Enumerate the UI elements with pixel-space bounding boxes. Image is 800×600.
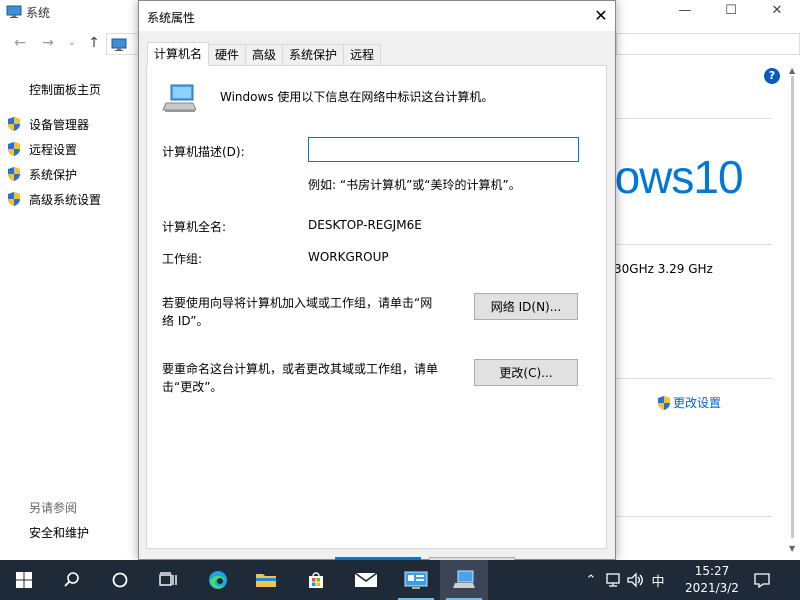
shield-icon	[6, 166, 22, 182]
computer-description-label: 计算机描述(D):	[162, 143, 245, 160]
advanced-system-settings-label: 高级系统设置	[29, 191, 101, 208]
shield-icon	[656, 395, 672, 411]
task-view-button[interactable]	[144, 560, 192, 600]
volume-icon[interactable]	[624, 572, 646, 588]
computer-network-icon	[452, 570, 476, 590]
store-bag-icon	[306, 570, 326, 590]
computer-icon	[111, 38, 127, 51]
cortana-button[interactable]	[96, 560, 144, 600]
system-properties-taskbar-button[interactable]	[440, 560, 488, 600]
shield-icon	[6, 141, 22, 157]
divider	[616, 378, 772, 379]
system-tray: ⌃ 中	[580, 560, 670, 600]
folder-icon	[255, 571, 277, 589]
divider	[616, 244, 772, 245]
search-icon	[63, 571, 81, 589]
task-view-icon	[158, 571, 178, 589]
tab-computer-name[interactable]: 计算机名	[147, 42, 209, 66]
intro-text: Windows 使用以下信息在网络中标识这台计算机。	[220, 88, 493, 105]
maximize-button[interactable]: ☐	[708, 0, 754, 24]
tab-remote[interactable]: 远程	[343, 44, 381, 66]
start-button[interactable]	[0, 560, 48, 600]
processor-speed-value: 30GHz 3.29 GHz	[614, 262, 713, 276]
minimize-button[interactable]: —	[662, 0, 708, 24]
taskbar: ⌃ 中 15:27 2021/3/2	[0, 560, 800, 600]
change-button[interactable]: 更改(C)...	[474, 359, 578, 386]
cortana-icon	[111, 571, 129, 589]
divider	[616, 118, 772, 119]
input-method-indicator[interactable]: 中	[646, 571, 670, 590]
notification-icon[interactable]	[752, 570, 772, 590]
network-id-button[interactable]: 网络 ID(N)...	[474, 293, 578, 320]
back-arrow-icon[interactable]: ←	[10, 33, 30, 53]
computer-icon	[6, 5, 22, 18]
full-computer-name-value: DESKTOP-REGJM6E	[308, 218, 422, 232]
shield-icon	[6, 116, 22, 132]
clock-time: 15:27	[680, 563, 744, 580]
tab-hardware[interactable]: 硬件	[208, 44, 246, 66]
computer-name-panel: Windows 使用以下信息在网络中标识这台计算机。 计算机描述(D): 例如:…	[146, 65, 607, 549]
remote-settings-link[interactable]: 远程设置	[6, 140, 77, 158]
change-settings-label: 更改设置	[673, 394, 721, 411]
file-explorer-button[interactable]	[242, 560, 290, 600]
help-icon[interactable]: ?	[764, 68, 780, 84]
tab-advanced[interactable]: 高级	[245, 44, 283, 66]
system-properties-dialog: 系统属性 ✕ 计算机名 硬件 高级 系统保护 远程 Windows 使用以下信息…	[138, 0, 616, 560]
rename-instruction: 要重命名这台计算机，或者更改其域或工作组，请单击“更改”。	[162, 360, 462, 396]
system-monitor-icon	[404, 570, 428, 590]
up-arrow-icon[interactable]: ↑	[84, 33, 104, 53]
windows-logo-icon	[16, 572, 32, 588]
device-manager-label: 设备管理器	[29, 116, 89, 133]
scroll-thumb[interactable]	[791, 76, 794, 538]
store-button[interactable]	[292, 560, 340, 600]
close-button[interactable]: ✕	[754, 0, 800, 24]
description-example-text: 例如: “书房计算机”或“美玲的计算机”。	[308, 176, 521, 193]
shield-icon	[6, 191, 22, 207]
computer-network-icon	[162, 83, 196, 113]
recent-locations-chevron-icon[interactable]: ⌄	[62, 33, 82, 53]
remote-settings-label: 远程设置	[29, 141, 77, 158]
system-window-title: 系统	[26, 4, 50, 21]
device-manager-link[interactable]: 设备管理器	[6, 115, 89, 133]
mail-button[interactable]	[342, 560, 390, 600]
forward-arrow-icon[interactable]: →	[38, 33, 58, 53]
security-maintenance-link[interactable]: 安全和维护	[29, 524, 89, 541]
edge-icon	[207, 569, 229, 591]
search-box[interactable]	[616, 33, 800, 55]
computer-description-input[interactable]	[308, 137, 579, 162]
scroll-up-arrow-icon[interactable]: ▲	[789, 66, 795, 75]
workgroup-value: WORKGROUP	[308, 250, 389, 264]
control-panel-button[interactable]	[392, 560, 440, 600]
system-protection-link[interactable]: 系统保护	[6, 165, 77, 183]
full-computer-name-label: 计算机全名:	[162, 218, 226, 235]
left-panel: 控制面板主页 设备管理器 远程设置 系统保护	[0, 60, 138, 560]
system-protection-label: 系统保护	[29, 166, 77, 183]
search-button[interactable]	[48, 560, 96, 600]
dialog-title: 系统属性	[147, 9, 195, 26]
mail-icon	[354, 571, 378, 589]
divider	[616, 516, 772, 517]
dialog-close-button[interactable]: ✕	[591, 6, 611, 26]
vertical-scrollbar[interactable]: ▲ ▼	[786, 60, 800, 560]
network-icon[interactable]	[602, 572, 624, 588]
change-settings-link[interactable]: 更改设置	[656, 394, 721, 411]
network-id-instruction: 若要使用向导将计算机加入域或工作组，请单击“网络 ID”。	[162, 294, 442, 330]
edge-browser-button[interactable]	[194, 560, 242, 600]
scroll-down-arrow-icon[interactable]: ▼	[789, 544, 795, 553]
control-panel-home-link[interactable]: 控制面板主页	[29, 81, 101, 98]
chevron-up-icon[interactable]: ⌃	[580, 573, 602, 588]
clock-date: 2021/3/2	[680, 580, 744, 597]
advanced-system-settings-link[interactable]: 高级系统设置	[6, 190, 101, 208]
clock[interactable]: 15:27 2021/3/2	[680, 563, 744, 597]
see-also-heading: 另请参阅	[29, 499, 77, 516]
dialog-titlebar: 系统属性 ✕	[139, 1, 615, 31]
workgroup-label: 工作组:	[162, 250, 202, 267]
tab-system-protection[interactable]: 系统保护	[282, 44, 344, 66]
tab-strip: 计算机名 硬件 高级 系统保护 远程	[147, 42, 380, 65]
